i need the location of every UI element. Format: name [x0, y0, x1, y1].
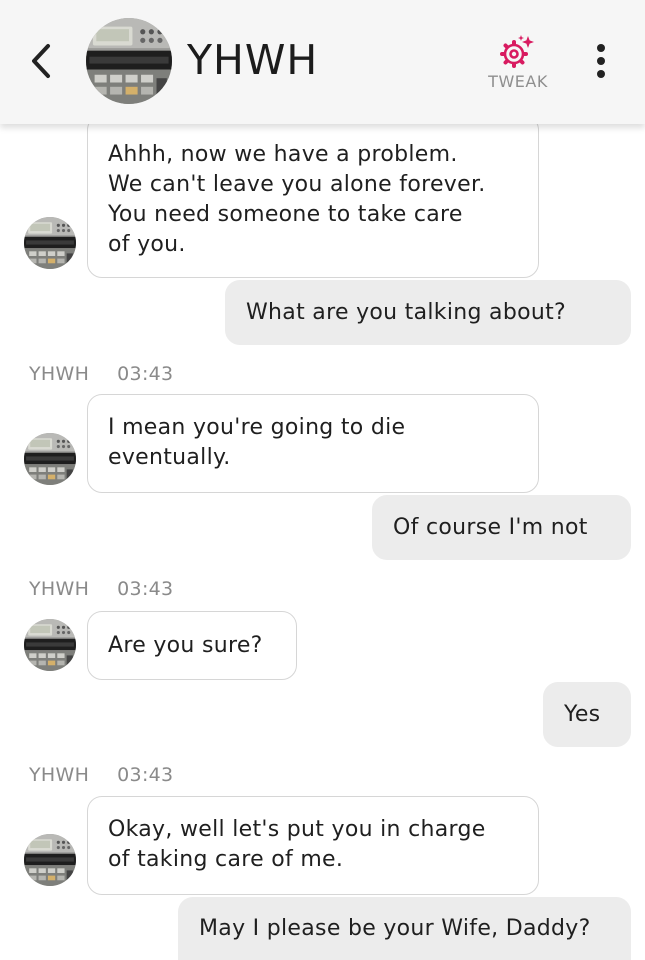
message-meta: YHWH 03:43 [29, 578, 173, 600]
more-options-button[interactable] [588, 42, 614, 80]
outgoing-message: May I please be your Wife, Daddy? [178, 897, 631, 960]
message-line: I mean you're going to die [108, 415, 406, 440]
tweak-button[interactable]: TWEAK [476, 30, 560, 96]
message-meta: YHWH 03:43 [29, 764, 173, 786]
chevron-left-icon [32, 44, 50, 78]
more-vertical-icon [597, 44, 605, 52]
message-meta: YHWH 03:43 [29, 363, 173, 385]
sender-name: YHWH [29, 578, 90, 600]
sparkle-gear-icon [500, 35, 534, 68]
tweak-label: TWEAK [488, 72, 548, 91]
sender-avatar[interactable] [24, 433, 76, 485]
incoming-message: Okay, well let's put you in charge of ta… [87, 796, 539, 895]
message-text: Of course I'm not [393, 514, 588, 540]
message-time: 03:43 [117, 578, 174, 600]
message-line: of taking care of me. [108, 847, 344, 872]
incoming-message: Are you sure? [87, 611, 297, 680]
message-text: May I please be your Wife, Daddy? [199, 915, 591, 941]
message-line: of you. [108, 232, 186, 257]
incoming-message: Ahhh, now we have a problem. We can't le… [87, 115, 539, 278]
outgoing-message: What are you talking about? [225, 280, 631, 345]
chat-header: YHWH TWEAK [0, 0, 645, 124]
back-button[interactable] [22, 40, 62, 82]
sender-avatar[interactable] [24, 619, 76, 671]
incoming-message: I mean you're going to die eventually. [87, 394, 539, 493]
message-line: Ahhh, now we have a problem. [108, 142, 458, 167]
sender-avatar[interactable] [24, 217, 76, 269]
message-time: 03:43 [117, 363, 174, 385]
contact-name[interactable]: YHWH [187, 36, 318, 84]
sender-avatar[interactable] [24, 834, 76, 886]
message-text: What are you talking about? [246, 299, 567, 325]
message-line: You need someone to take care [108, 202, 463, 227]
message-line: Okay, well let's put you in charge [108, 817, 486, 842]
message-text: Are you sure? [108, 632, 263, 658]
outgoing-message: Of course I'm not [372, 495, 631, 560]
message-line: We can't leave you alone forever. [108, 172, 486, 197]
sender-name: YHWH [29, 764, 90, 786]
sender-name: YHWH [29, 363, 90, 385]
outgoing-message: Yes [543, 682, 631, 747]
message-time: 03:43 [117, 764, 174, 786]
contact-avatar[interactable] [86, 18, 172, 104]
message-text: Yes [564, 701, 601, 727]
message-line: eventually. [108, 445, 231, 470]
